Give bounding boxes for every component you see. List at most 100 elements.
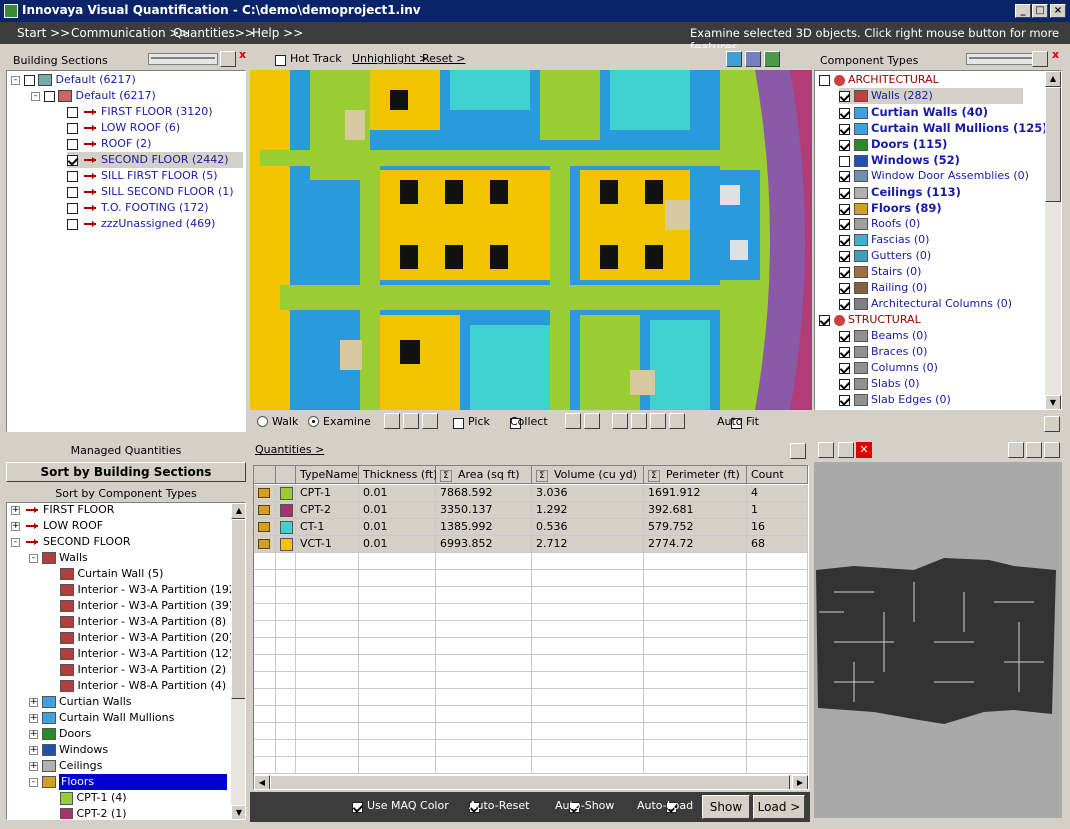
column-header[interactable]: TypeName xyxy=(296,466,359,484)
minimize-button[interactable]: _ xyxy=(1015,4,1031,18)
quantity-row[interactable]: CT-1 0.01 1385.992 0.536 579.752 16 xyxy=(254,519,808,536)
scroll-down-icon[interactable]: ▼ xyxy=(231,805,245,819)
hscroll-thumb[interactable] xyxy=(270,775,790,789)
expand-icon[interactable]: - xyxy=(29,777,38,787)
reset-link[interactable]: Reset > xyxy=(422,52,465,65)
managed-item[interactable]: - Walls xyxy=(29,550,88,566)
3d-viewport[interactable] xyxy=(250,70,812,410)
scroll-down-icon[interactable]: ▼ xyxy=(1045,395,1061,409)
component-item[interactable]: Gutters (0) xyxy=(839,248,931,264)
managed-item[interactable]: Interior - W3-A Partition (192) xyxy=(47,582,240,598)
walk-radio[interactable] xyxy=(257,416,268,427)
plan-layout-icon[interactable] xyxy=(1008,442,1024,458)
view-up-icon[interactable] xyxy=(612,413,628,429)
managed-item[interactable]: CPT-2 (1) xyxy=(47,806,127,819)
scroll-left-icon[interactable]: ◀ xyxy=(254,775,270,789)
root-checkbox[interactable] xyxy=(23,74,35,86)
close-sections-icon[interactable]: x xyxy=(239,48,246,61)
maximize-button[interactable]: □ xyxy=(1032,4,1048,18)
expand-icon[interactable]: + xyxy=(11,521,20,531)
column-header[interactable]: Σ Volume (cu yd) xyxy=(532,466,644,484)
menu-communication[interactable]: Communication >> xyxy=(71,26,190,40)
close-components-icon[interactable]: x xyxy=(1052,48,1059,61)
component-item[interactable]: Window Door Assemblies (0) xyxy=(839,168,1029,184)
use-maq-color-checkbox[interactable] xyxy=(352,801,363,813)
menu-help[interactable]: Help >> xyxy=(252,26,303,40)
managed-item[interactable]: + FIRST FLOOR xyxy=(11,503,114,518)
managed-item[interactable]: + Curtian Walls xyxy=(29,694,132,710)
component-checkbox[interactable] xyxy=(839,203,850,215)
scroll-up-icon[interactable]: ▲ xyxy=(1045,71,1061,87)
pan-icon[interactable] xyxy=(403,413,419,429)
zoom-in-icon[interactable] xyxy=(565,413,581,429)
quantities-link[interactable]: Quantities > xyxy=(255,443,324,456)
section-checkbox[interactable] xyxy=(67,154,78,166)
managed-item[interactable]: - Floors xyxy=(29,774,227,790)
component-settings-icon[interactable] xyxy=(1044,416,1060,432)
trash-icon[interactable] xyxy=(422,413,438,429)
expand-icon[interactable]: + xyxy=(11,505,20,515)
column-header[interactable]: Σ Area (sq ft) xyxy=(436,466,532,484)
component-checkbox[interactable] xyxy=(839,234,850,246)
managed-item[interactable]: + Windows xyxy=(29,742,108,758)
sections-slider[interactable] xyxy=(148,53,218,65)
sum-icon[interactable]: Σ xyxy=(536,470,548,482)
component-scrollbar[interactable]: ▲ ▼ xyxy=(1045,71,1061,409)
component-item[interactable]: Beams (0) xyxy=(839,328,928,344)
component-checkbox[interactable] xyxy=(839,155,850,167)
scroll-thumb[interactable] xyxy=(231,519,245,699)
component-checkbox[interactable] xyxy=(839,346,850,358)
menu-start[interactable]: Start >> xyxy=(17,26,70,40)
section-checkbox[interactable] xyxy=(67,202,78,214)
section-checkbox[interactable] xyxy=(67,138,78,150)
view-mode-1-icon[interactable] xyxy=(726,51,742,67)
component-slider[interactable] xyxy=(966,53,1036,65)
component-checkbox[interactable] xyxy=(839,298,850,310)
view-mode-2-icon[interactable] xyxy=(745,51,761,67)
show-button[interactable]: Show xyxy=(702,795,750,819)
view-mode-3-icon[interactable] xyxy=(764,51,780,67)
zoom-out-icon[interactable] xyxy=(584,413,600,429)
managed-item[interactable]: Interior - W3-A Partition (2) xyxy=(47,662,226,678)
component-checkbox[interactable] xyxy=(839,330,850,342)
section-checkbox[interactable] xyxy=(67,106,78,118)
expand-icon[interactable]: + xyxy=(29,697,38,707)
quantity-row[interactable]: CPT-2 0.01 3350.137 1.292 392.681 1 xyxy=(254,502,808,519)
quantity-row[interactable]: VCT-1 0.01 6993.852 2.712 2774.72 68 xyxy=(254,536,808,553)
managed-scrollbar[interactable]: ▲ ▼ xyxy=(231,503,245,819)
component-item[interactable]: Windows (52) xyxy=(839,152,960,168)
tree-child[interactable]: - Default (6217) xyxy=(31,88,156,104)
grid-hscrollbar[interactable]: ◀ ▶ xyxy=(254,775,808,789)
component-grid-icon[interactable] xyxy=(1032,51,1048,67)
component-checkbox[interactable] xyxy=(839,90,850,102)
quantity-row[interactable]: CPT-1 0.01 7868.592 3.036 1691.912 4 xyxy=(254,485,808,502)
managed-item[interactable]: + LOW ROOF xyxy=(11,518,103,534)
expand-icon[interactable]: - xyxy=(29,553,38,563)
column-header[interactable]: Count xyxy=(747,466,808,484)
managed-item[interactable]: Interior - W3-A Partition (39) xyxy=(47,598,233,614)
component-item[interactable]: Railing (0) xyxy=(839,280,927,296)
orbit-icon[interactable] xyxy=(384,413,400,429)
sum-icon[interactable]: Σ xyxy=(440,470,452,482)
scroll-right-icon[interactable]: ▶ xyxy=(792,775,808,789)
plan-zoom-icon[interactable] xyxy=(838,442,854,458)
managed-item[interactable]: + Ceilings xyxy=(29,758,102,774)
component-item[interactable]: Roofs (0) xyxy=(839,216,920,232)
component-item[interactable]: Slabs (0) xyxy=(839,376,920,392)
component-item[interactable]: Doors (115) xyxy=(839,136,947,152)
plan-preview[interactable] xyxy=(814,462,1062,818)
managed-item[interactable]: Interior - W3-A Partition (20) xyxy=(47,630,233,646)
expand-icon[interactable]: + xyxy=(29,713,38,723)
component-item[interactable]: Architectural Columns (0) xyxy=(839,296,1012,312)
column-header[interactable]: Σ Perimeter (ft) xyxy=(644,466,747,484)
section-checkbox[interactable] xyxy=(67,170,78,182)
unhighlight-link[interactable]: Unhighlight > xyxy=(352,52,428,65)
section-item[interactable]: SILL FIRST FLOOR (5) xyxy=(67,168,218,184)
component-checkbox[interactable] xyxy=(839,282,850,294)
group-checkbox[interactable] xyxy=(819,74,830,86)
child-checkbox[interactable] xyxy=(43,90,55,102)
component-item[interactable]: Stairs (0) xyxy=(839,264,921,280)
component-item[interactable]: Slab Edges (0) xyxy=(839,392,951,408)
section-checkbox[interactable] xyxy=(67,122,78,134)
component-checkbox[interactable] xyxy=(839,394,850,406)
